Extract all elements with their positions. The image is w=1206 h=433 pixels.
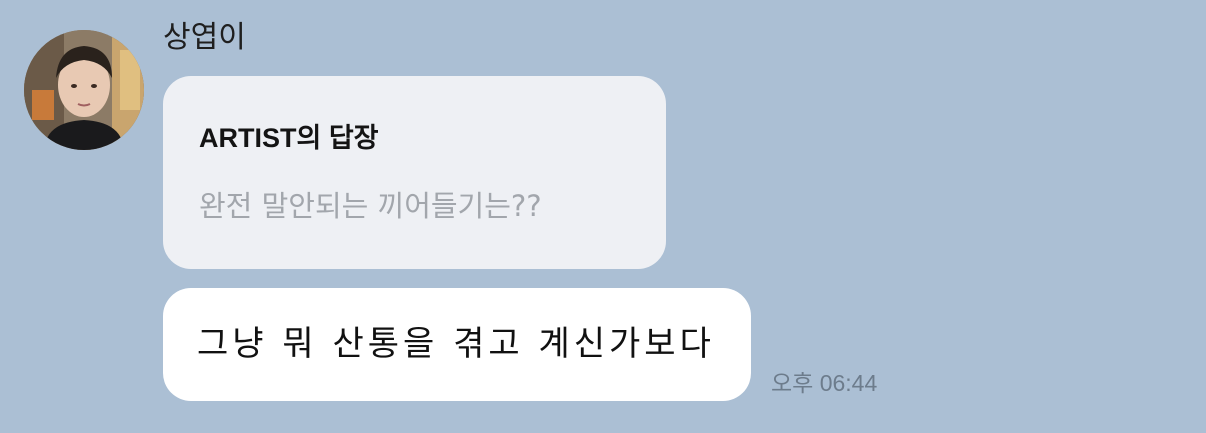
sender-name: 상엽이 (163, 20, 246, 55)
profile-photo-icon (24, 30, 144, 150)
avatar[interactable] (24, 30, 144, 150)
reply-title: ARTIST의 답장 (199, 123, 379, 153)
reply-bubble[interactable]: ARTIST의 답장 완전 말안되는 끼어들기는?? (163, 76, 666, 269)
message-text: 그냥 뭐 산통을 겪고 계신가보다 (197, 324, 715, 364)
reply-quoted-text: 완전 말안되는 끼어들기는?? (199, 189, 542, 223)
message-bubble[interactable]: 그냥 뭐 산통을 겪고 계신가보다 (163, 288, 751, 401)
message-timestamp: 오후 06:44 (771, 370, 878, 396)
